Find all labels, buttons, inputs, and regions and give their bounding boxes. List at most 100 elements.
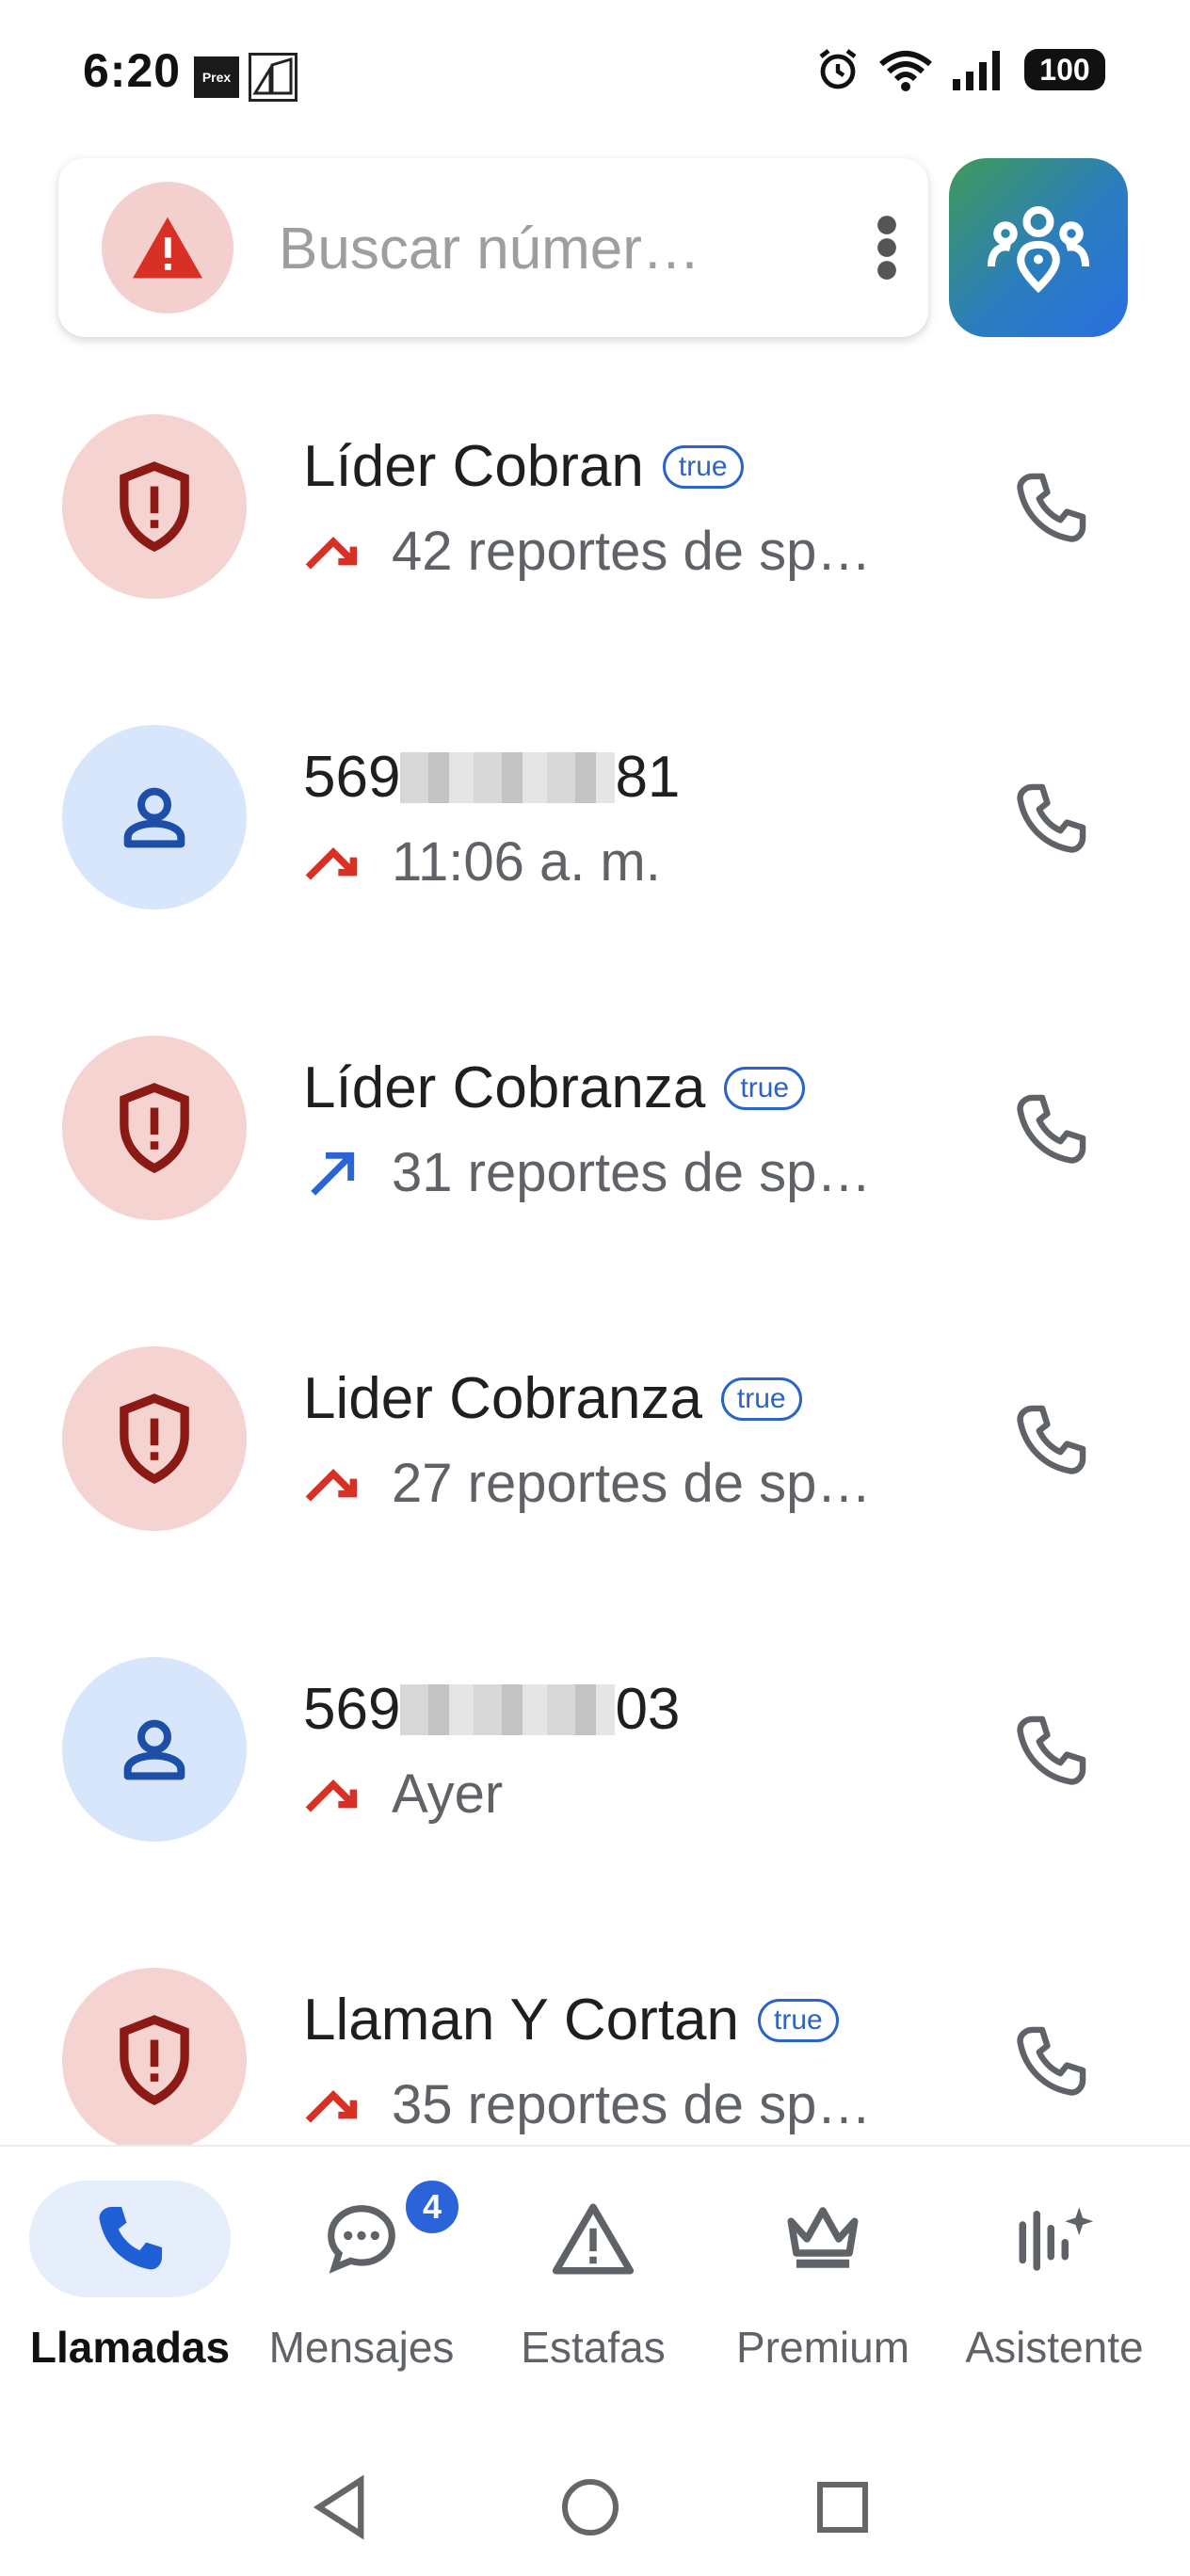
system-back-button[interactable] — [298, 2465, 382, 2550]
status-icons: 100 — [815, 47, 1105, 92]
nav-premium[interactable]: Premium — [710, 2181, 936, 2397]
redacted-digits — [400, 751, 616, 803]
community-icon — [988, 206, 1089, 294]
caller-number-prefix: 569 — [303, 1677, 401, 1742]
contact-avatar[interactable] — [62, 725, 247, 910]
spam-avatar[interactable] — [62, 1036, 247, 1220]
caller-number-suffix: 03 — [615, 1677, 681, 1742]
person-icon — [123, 1719, 185, 1780]
call-button[interactable] — [1004, 1393, 1098, 1488]
call-button[interactable] — [1004, 1083, 1098, 1177]
nav-scams[interactable]: Estafas — [480, 2181, 706, 2397]
missed-call-icon — [305, 2089, 358, 2123]
missed-call-icon — [305, 846, 358, 880]
messages-count-badge: 4 — [402, 2177, 462, 2237]
contact-avatar[interactable] — [62, 1657, 247, 1842]
spam-avatar[interactable] — [62, 414, 247, 599]
phone-icon — [1017, 473, 1086, 542]
call-button[interactable] — [1004, 461, 1098, 555]
system-recents-button[interactable] — [800, 2465, 885, 2550]
caller-name: Llaman Y Cortan true — [303, 1987, 839, 2053]
prex-app-icon: Prex — [194, 56, 239, 98]
spam-avatar[interactable] — [62, 1346, 247, 1531]
signal-icon — [953, 51, 1000, 90]
redacted-digits — [400, 1683, 616, 1735]
chat-icon — [328, 2205, 395, 2274]
call-row[interactable]: 569 81 11:06 a. m. — [0, 687, 1190, 998]
caller-name: Lider Cobranza true — [303, 1365, 802, 1432]
call-details: 35 reportes de sp… — [303, 2073, 943, 2136]
call-details: 31 reportes de sp… — [303, 1141, 943, 1204]
call-details: 42 reportes de sp… — [303, 520, 943, 583]
call-button[interactable] — [1004, 772, 1098, 866]
battery-indicator: 100 — [1024, 49, 1105, 90]
status-time: 6:20 — [83, 44, 182, 97]
bottom-navigation: Llamadas 4 Mensajes Estafas Premium Asis… — [0, 2145, 1190, 2420]
status-bar: 6:20 Prex 100 — [0, 0, 1190, 141]
call-detail-text: 31 reportes de sp… — [392, 1142, 872, 1203]
assistant-icon — [1019, 2207, 1094, 2271]
call-details: Ayer — [303, 1763, 943, 1826]
spam-avatar[interactable] — [62, 1968, 247, 2145]
back-triangle-icon — [313, 2474, 364, 2540]
system-navigation — [0, 2418, 1190, 2576]
nav-assistant[interactable]: Asistente — [941, 2181, 1167, 2397]
more-vert-icon — [877, 216, 896, 280]
caller-badge: true — [758, 1998, 839, 2042]
caller-badge: true — [662, 444, 744, 489]
nav-scams-icon-wrap[interactable] — [492, 2181, 694, 2297]
system-home-button[interactable] — [548, 2465, 633, 2550]
call-details: 27 reportes de sp… — [303, 1452, 943, 1515]
nav-assistant-label: Asistente — [965, 2323, 1144, 2372]
caller-badge: true — [724, 1066, 806, 1110]
search-bar[interactable] — [58, 158, 928, 337]
call-button[interactable] — [1004, 2015, 1098, 2109]
alarm-icon — [819, 49, 857, 89]
call-row[interactable]: Lider Cobranza true 27 reportes de sp… — [0, 1309, 1190, 1619]
outgoing-call-icon — [311, 1151, 355, 1196]
caller-name-text: Lider Cobranza — [303, 1366, 702, 1431]
caller-badge: true — [720, 1377, 802, 1421]
nav-calls[interactable]: Llamadas — [17, 2181, 243, 2397]
call-row[interactable]: Llaman Y Cortan true 35 reportes de sp… — [0, 1930, 1190, 2145]
nav-messages[interactable]: 4 Mensajes — [249, 2177, 474, 2397]
phone-icon — [1017, 1715, 1086, 1785]
call-detail-text: 11:06 a. m. — [392, 831, 661, 893]
phone-icon — [1017, 1405, 1086, 1474]
call-button[interactable] — [1004, 1704, 1098, 1798]
call-list[interactable]: Líder Cobran true 42 reportes de sp… 569… — [0, 377, 1190, 2145]
nav-assistant-icon-wrap[interactable] — [954, 2181, 1155, 2297]
caller-number-suffix: 81 — [615, 745, 681, 810]
call-detail-text: 27 reportes de sp… — [392, 1453, 872, 1514]
shield-alert-icon — [120, 461, 189, 553]
more-options-button[interactable] — [859, 196, 915, 299]
community-button[interactable] — [949, 158, 1128, 337]
recents-square-icon — [817, 2482, 868, 2533]
nav-calls-label: Llamadas — [29, 2323, 231, 2372]
nav-messages-label: Mensajes — [268, 2323, 455, 2372]
phone-icon — [1017, 1094, 1086, 1164]
phone-icon — [1017, 2026, 1086, 2096]
notification-app-icon — [249, 53, 298, 102]
caller-name: Líder Cobranza true — [303, 1055, 806, 1121]
person-icon — [123, 787, 185, 848]
nav-calls-icon-wrap[interactable] — [29, 2181, 231, 2297]
missed-call-icon — [305, 536, 358, 570]
search-input[interactable] — [277, 215, 808, 282]
call-row[interactable]: Líder Cobran true 42 reportes de sp… — [0, 377, 1190, 687]
nav-scams-label: Estafas — [521, 2323, 666, 2372]
call-detail-text: Ayer — [392, 1763, 504, 1825]
shield-alert-icon — [120, 1083, 189, 1174]
warning-icon — [552, 2203, 635, 2275]
call-row[interactable]: Líder Cobranza true 31 reportes de sp… — [0, 998, 1190, 1309]
nav-premium-icon-wrap[interactable] — [722, 2181, 924, 2297]
caller-name-text: Líder Cobran — [303, 434, 644, 499]
nav-messages-icon-wrap[interactable]: 4 — [261, 2177, 462, 2297]
wifi-icon — [879, 51, 932, 91]
home-circle-icon — [562, 2479, 619, 2536]
caller-number: 569 81 — [303, 744, 680, 811]
call-row[interactable]: 569 03 Ayer — [0, 1619, 1190, 1930]
spam-alert-button[interactable] — [102, 182, 233, 314]
warning-icon — [133, 217, 202, 279]
phone-icon — [1017, 783, 1086, 853]
